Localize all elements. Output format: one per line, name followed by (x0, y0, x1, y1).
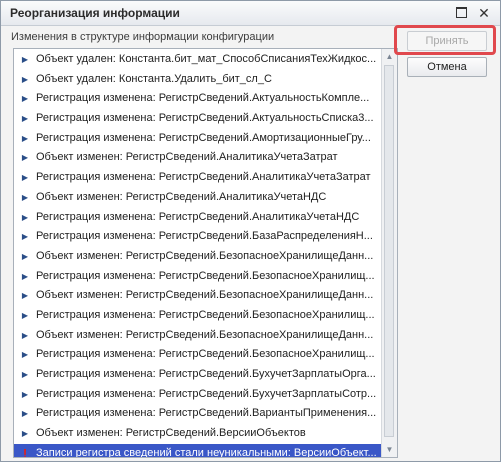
list-item[interactable]: ▶ Регистрация изменена: РегистрСведений.Б… (14, 385, 381, 405)
title-bar: Реорганизация информации ✕ (1, 1, 500, 26)
expand-arrow-icon[interactable]: ▶ (20, 148, 30, 168)
expand-arrow-icon[interactable]: ▶ (20, 208, 30, 228)
list-item[interactable]: ▶ Регистрация изменена: РегистрСведений.А… (14, 89, 381, 109)
cancel-button[interactable]: Отмена (407, 57, 487, 77)
list-item-text: Регистрация изменена: РегистрСведений.Ак… (36, 92, 370, 105)
expand-arrow-icon[interactable]: ▶ (20, 247, 30, 267)
list-item[interactable]: ▶ Регистрация изменена: РегистрСведений.Б… (14, 345, 381, 365)
expand-arrow-icon[interactable]: ▶ (20, 385, 30, 405)
list-item[interactable]: ▶ Регистрация изменена: РегистрСведений.А… (14, 208, 381, 228)
expand-arrow-icon[interactable]: ▶ (20, 306, 30, 326)
list-item-text: Регистрация изменена: РегистрСведений.Бу… (36, 368, 376, 380)
list-item[interactable]: ▶ Объект изменен: РегистрСведений.Аналити… (14, 188, 381, 208)
list-item[interactable]: ▶ Регистрация изменена: РегистрСведений.А… (14, 109, 381, 129)
error-icon[interactable]: ! (20, 444, 30, 457)
expand-arrow-icon[interactable]: ▶ (20, 267, 30, 287)
expand-arrow-icon[interactable]: ▶ (20, 424, 30, 444)
close-button[interactable]: ✕ (476, 5, 492, 21)
expand-arrow-icon[interactable]: ▶ (20, 326, 30, 346)
list-item[interactable]: ▶ Регистрация изменена: РегистрСведений.В… (14, 404, 381, 424)
list-item-text: Регистрация изменена: РегистрСведений.Ам… (36, 131, 371, 144)
list-item[interactable]: ▶ Объект изменен: РегистрСведений.Безопас… (14, 247, 381, 267)
list-item-text: Регистрация изменена: РегистрСведений.Бе… (36, 308, 375, 321)
list-item[interactable]: ▶ Объект изменен: РегистрСведений.Аналити… (14, 148, 381, 168)
scroll-thumb[interactable] (384, 65, 394, 437)
changes-list[interactable]: ▶ Объект удален: Константа.бит_мат_Способ… (13, 48, 398, 458)
expand-arrow-icon[interactable]: ▶ (20, 89, 30, 109)
list-item[interactable]: ▶ Регистрация изменена: РегистрСведений.Б… (14, 306, 381, 326)
list-item[interactable]: ▶ Регистрация изменена: РегистрСведений.А… (14, 129, 381, 149)
list-item[interactable]: ▶ Объект изменен: РегистрСведений.Безопас… (14, 286, 381, 306)
list-item-text: Регистрация изменена: РегистрСведений.Ан… (36, 210, 360, 223)
list-item[interactable]: ▶ Объект изменен: РегистрСведений.Безопас… (14, 326, 381, 346)
window-title: Реорганизация информации (10, 6, 180, 20)
maximize-icon (455, 7, 467, 19)
list-item[interactable]: ▶ Регистрация изменена: РегистрСведений.Б… (14, 365, 381, 385)
list-item-text: Регистрация изменена: РегистрСведений.Ба… (36, 230, 373, 243)
list-item-selected[interactable]: ! Записи регистра сведений стали неуникал… (14, 443, 381, 458)
list-item-text: Объект изменен: РегистрСведений.Безопасн… (36, 289, 374, 302)
list-item-text: Регистрация изменена: РегистрСведений.Бе… (36, 269, 375, 282)
list-item-text: Регистрация изменена: РегистрСведений.Бе… (36, 348, 375, 361)
list-item-text: Регистрация изменена: РегистрСведений.Бу… (36, 387, 377, 400)
reorganization-window: Реорганизация информации ✕ Изменения в с… (0, 0, 501, 462)
expand-arrow-icon[interactable]: ▶ (20, 286, 30, 306)
expand-arrow-icon[interactable]: ▶ (20, 365, 30, 385)
list-item-text: Регистрация изменена: РегистрСведений.Ак… (36, 112, 374, 125)
list-item[interactable]: ▶ Регистрация изменена: РегистрСведений.Б… (14, 267, 381, 287)
list-item[interactable]: ▶ Объект удален: Константа.бит_мат_Способ… (14, 50, 381, 70)
list-item[interactable]: ▶ Объект изменен: РегистрСведений.ВерсииО… (14, 424, 381, 444)
list-item[interactable]: ▶ Объект удален: Константа.Удалить_бит_сл… (14, 70, 381, 90)
expand-arrow-icon[interactable]: ▶ (20, 345, 30, 365)
expand-arrow-icon[interactable]: ▶ (20, 227, 30, 247)
expand-arrow-icon[interactable]: ▶ (20, 168, 30, 188)
expand-arrow-icon[interactable]: ▶ (20, 109, 30, 129)
changes-caption: Изменения в структуре информации конфигу… (11, 31, 275, 43)
list-item-text: Объект изменен: РегистрСведений.Аналитик… (36, 190, 327, 203)
maximize-button[interactable] (453, 5, 469, 21)
expand-arrow-icon[interactable]: ▶ (20, 70, 30, 90)
changes-list-rows: ▶ Объект удален: Константа.бит_мат_Способ… (14, 50, 381, 458)
list-item-text: Регистрация изменена: РегистрСведений.Ва… (36, 407, 377, 420)
expand-arrow-icon[interactable]: ▶ (20, 129, 30, 149)
list-item-text: Объект изменен: РегистрСведений.Безопасн… (36, 249, 374, 262)
list-item-text: Записи регистра сведений стали неуникаль… (36, 446, 377, 458)
list-item[interactable]: ▶ Регистрация изменена: РегистрСведений.Б… (14, 227, 381, 247)
list-item-text: Объект изменен: РегистрСведений.ВерсииОб… (36, 427, 306, 440)
list-item-text: Объект удален: Константа.бит_мат_СпособС… (36, 53, 377, 65)
expand-arrow-icon[interactable]: ▶ (20, 404, 30, 424)
list-item-text: Объект изменен: РегистрСведений.Аналитик… (36, 151, 338, 164)
list-item-text: Объект изменен: РегистрСведений.Безопасн… (36, 328, 374, 341)
vertical-scrollbar[interactable]: ▲ ▼ (381, 49, 397, 457)
expand-arrow-icon[interactable]: ▶ (20, 50, 30, 70)
list-item[interactable]: ▶ Регистрация изменена: РегистрСведений.А… (14, 168, 381, 188)
scroll-down-arrow-icon[interactable]: ▼ (382, 442, 397, 457)
accept-button[interactable]: Принять (407, 31, 487, 51)
list-item-text: Регистрация изменена: РегистрСведений.Ан… (36, 171, 371, 184)
list-item-text: Объект удален: Константа.Удалить_бит_сл_… (36, 72, 272, 85)
expand-arrow-icon[interactable]: ▶ (20, 188, 30, 208)
